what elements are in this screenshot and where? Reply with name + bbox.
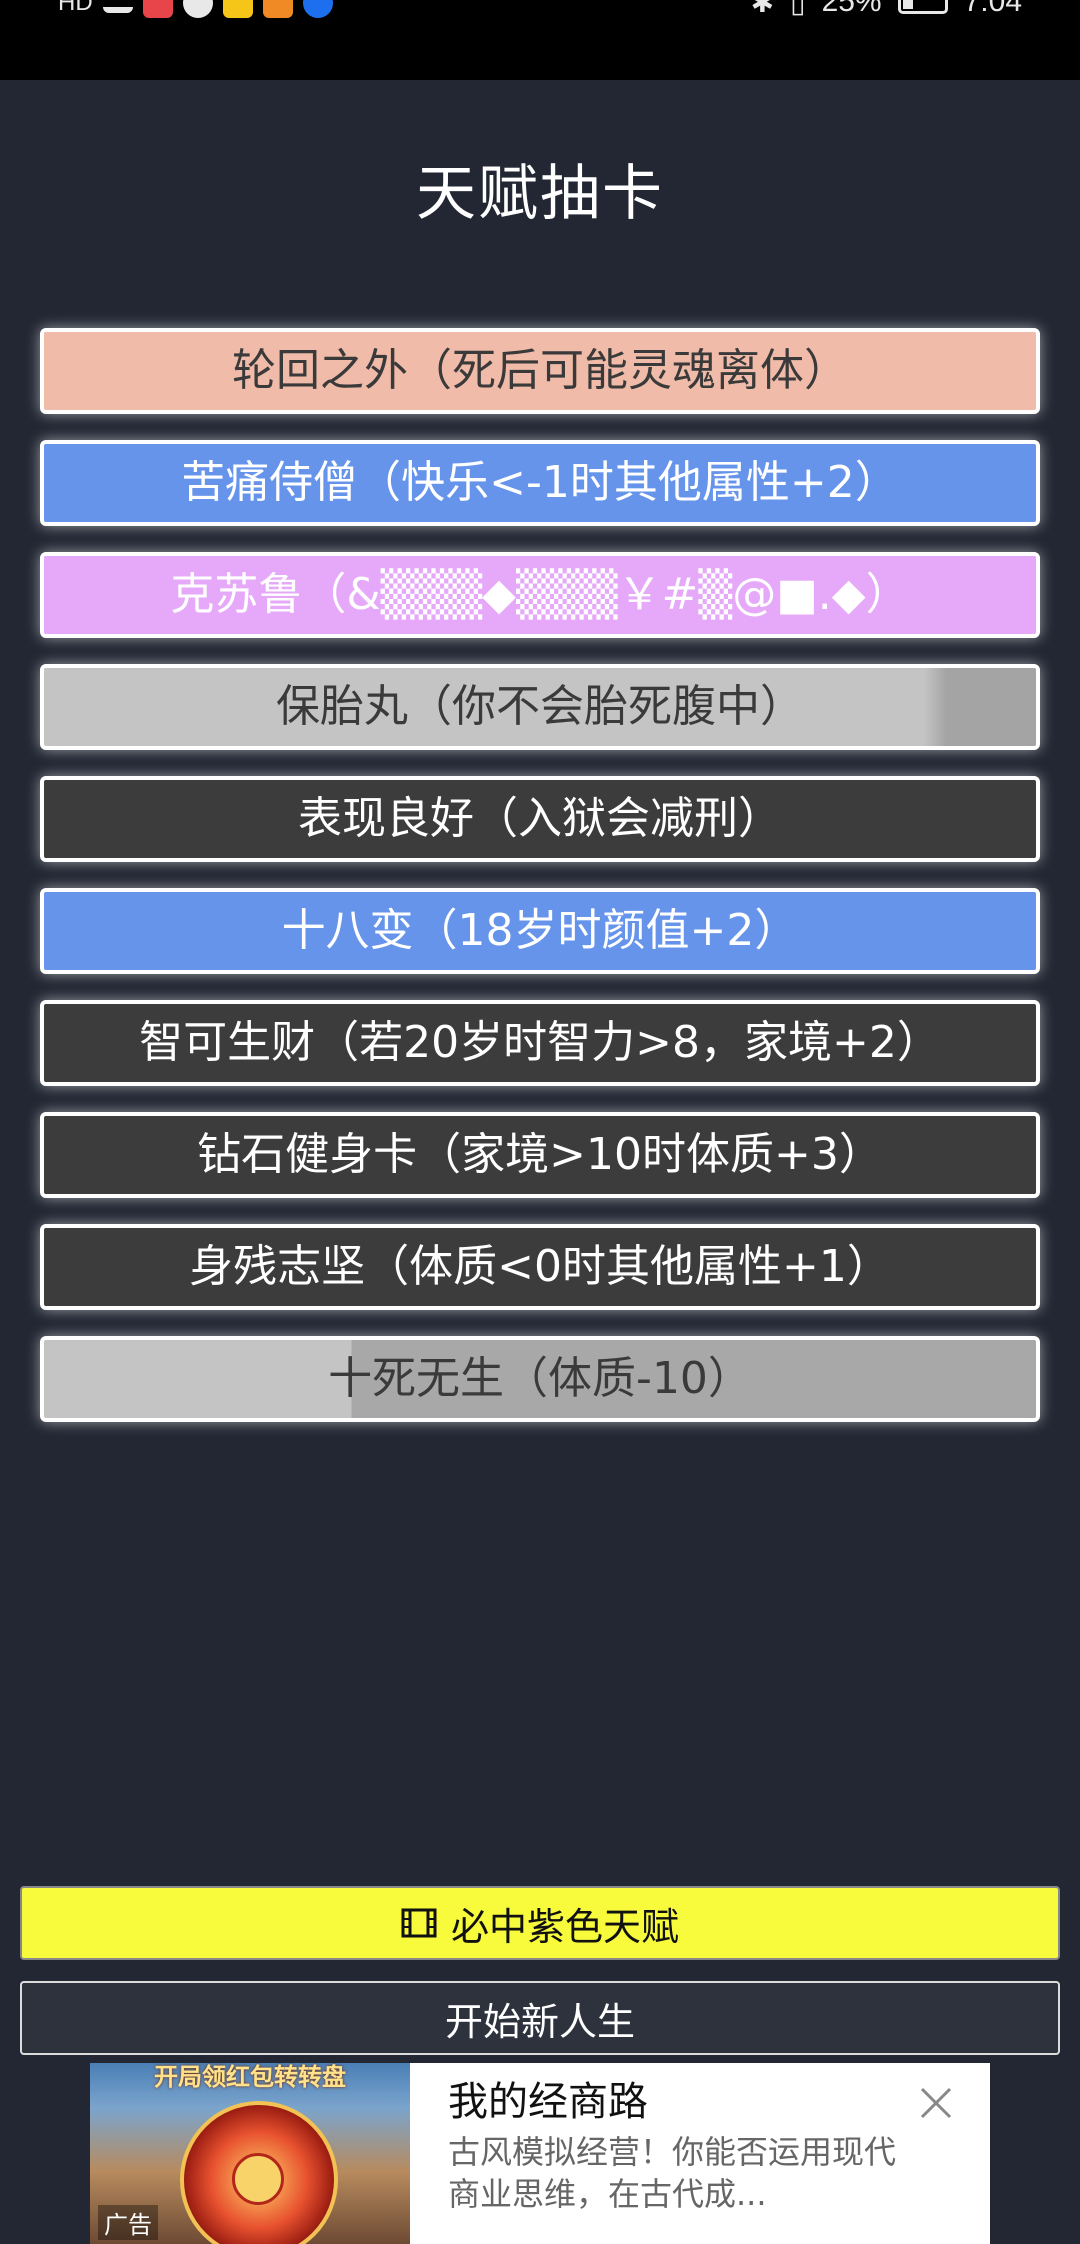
talent-label: 保胎丸（你不会胎死腹中） [276, 681, 804, 732]
talent-card[interactable]: 苦痛侍僧（快乐<-1时其他属性+2） [40, 440, 1040, 526]
ad-image[interactable]: 开局领红包转转盘 广告 [90, 2063, 410, 2244]
lucky-wheel-graphic [180, 2101, 338, 2244]
ad-title[interactable]: 我的经商路 [448, 2069, 648, 2127]
talent-card[interactable]: 保胎丸（你不会胎死腹中） [40, 664, 1040, 750]
app-notification-icon [222, 0, 253, 18]
talent-card[interactable]: 十八变（18岁时颜值+2） [40, 888, 1040, 974]
clock: 7:04 [963, 0, 1022, 18]
network-type-label: HD [58, 0, 93, 16]
ad-description[interactable]: 古风模拟经营！你能否运用现代商业思维，在古代成... [448, 2131, 918, 2215]
app-notification-icon [262, 0, 293, 18]
battery-percent: 25% [821, 0, 882, 18]
talent-card[interactable]: 钻石健身卡（家境>10时体质+3） [40, 1112, 1040, 1198]
vibrate-icon: ▯ [790, 0, 806, 18]
talent-card-shade [924, 668, 1036, 746]
guaranteed-purple-talent-label: 必中紫色天赋 [450, 1904, 679, 1949]
close-icon[interactable] [918, 2085, 954, 2121]
guaranteed-purple-talent-button[interactable]: 必中紫色天赋 [20, 1886, 1060, 1960]
app-notification-icon [142, 0, 173, 18]
ad-banner[interactable]: 开局领红包转转盘 广告 我的经商路 古风模拟经营！你能否运用现代商业思维，在古代… [90, 2063, 990, 2244]
talent-label: 十八变（18岁时颜值+2） [281, 905, 799, 956]
status-right-info: ✱ ▯ 25% 7:04 [751, 0, 1022, 22]
start-new-life-button[interactable]: 开始新人生 [20, 1981, 1060, 2055]
signal-icon [102, 0, 133, 13]
bluetooth-icon: ✱ [750, 0, 775, 18]
talent-card[interactable]: 十死无生（体质-10） [40, 1336, 1040, 1422]
talent-label: 表现良好（入狱会减刑） [298, 793, 782, 844]
talent-label: 钻石健身卡（家境>10时体质+3） [197, 1129, 883, 1180]
talent-label: 身残志坚（体质<0时其他属性+1） [189, 1241, 891, 1292]
talent-label: 十死无生（体质-10） [328, 1353, 752, 1404]
status-bar: HD ✱ ▯ 25% 7:04 [0, 0, 1080, 80]
video-ad-icon [401, 1908, 437, 1938]
status-left-icons: HD [58, 0, 333, 20]
app-notification-icon [302, 0, 333, 18]
start-new-life-label: 开始新人生 [444, 1999, 635, 2044]
app-notification-icon [182, 0, 213, 18]
talent-card[interactable]: 表现良好（入狱会减刑） [40, 776, 1040, 862]
talent-card[interactable]: 轮回之外（死后可能灵魂离体） [40, 328, 1040, 414]
talent-label: 苦痛侍僧（快乐<-1时其他属性+2） [181, 457, 899, 508]
ad-image-caption: 开局领红包转转盘 [154, 2063, 346, 2091]
talent-card[interactable]: 身残志坚（体质<0时其他属性+1） [40, 1224, 1040, 1310]
page-title: 天赋抽卡 [416, 159, 664, 229]
battery-icon [897, 0, 948, 14]
ad-tag: 广告 [98, 2205, 158, 2240]
talent-label: 智可生财（若20岁时智力>8，家境+2） [139, 1017, 941, 1068]
talent-list: 轮回之外（死后可能灵魂离体） 苦痛侍僧（快乐<-1时其他属性+2） 克苏鲁（&▒▒▒… [40, 328, 1040, 1448]
talent-card[interactable]: 智可生财（若20岁时智力>8，家境+2） [40, 1000, 1040, 1086]
talent-card[interactable]: 克苏鲁（&▒▒▒◆▒▒▒￥#▒@■.◆） [40, 552, 1040, 638]
talent-label: 克苏鲁（&▒▒▒◆▒▒▒￥#▒@■.◆） [170, 569, 910, 620]
talent-label: 轮回之外（死后可能灵魂离体） [232, 345, 848, 396]
